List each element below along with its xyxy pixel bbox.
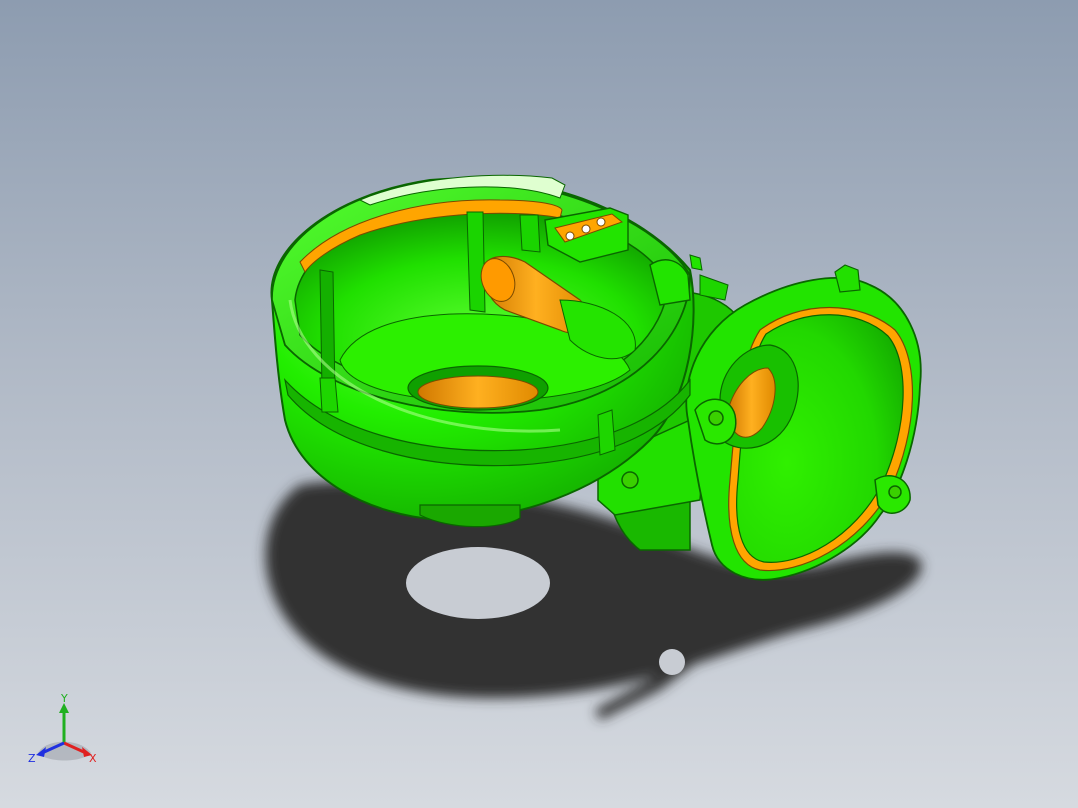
- shadow-hole-small: [659, 649, 685, 675]
- 3d-model-view[interactable]: [0, 0, 1078, 808]
- triad-graphic: Y X Z: [28, 692, 97, 765]
- triad-y-label: Y: [60, 693, 68, 705]
- view-orientation-triad[interactable]: Y X Z: [26, 692, 106, 773]
- side-clip[interactable]: [649, 254, 729, 306]
- triad-x-label: X: [89, 752, 97, 765]
- graphics-viewport[interactable]: Y X Z: [0, 0, 1078, 808]
- triad-z-label: Z: [28, 752, 36, 765]
- shadow-hole: [406, 547, 550, 619]
